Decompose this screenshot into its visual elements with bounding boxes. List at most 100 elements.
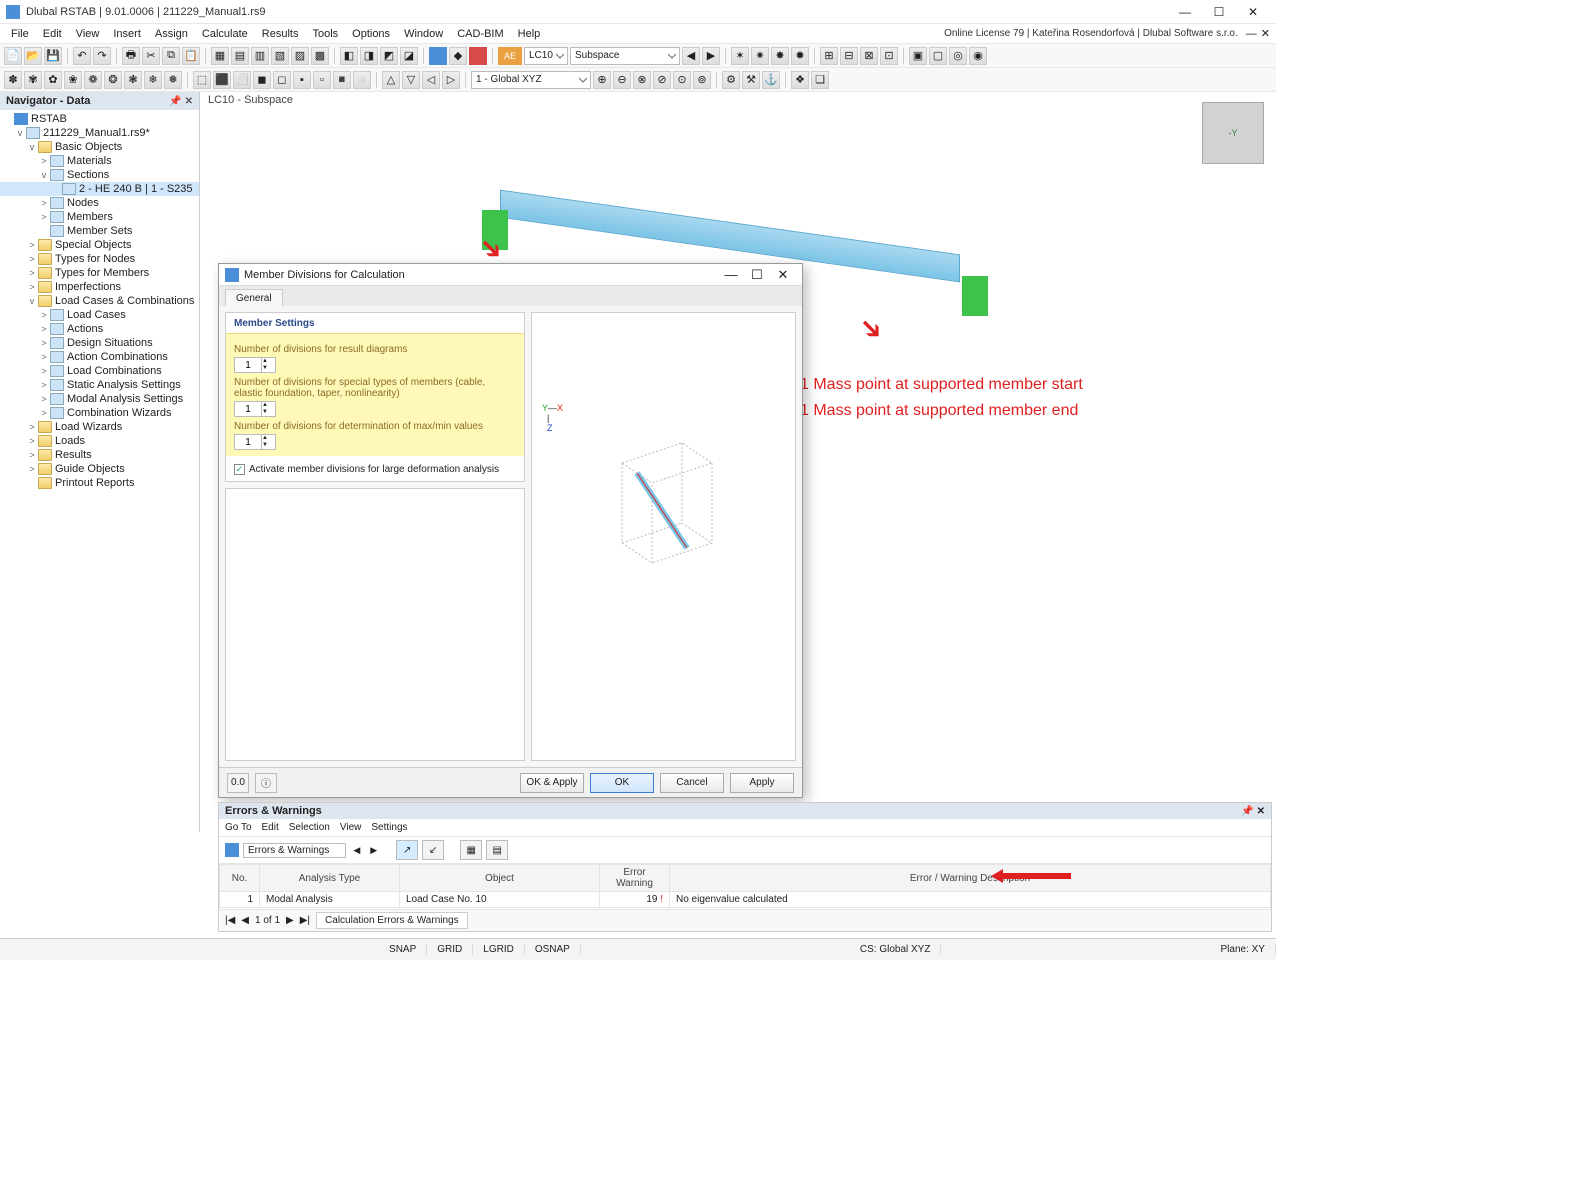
status-grid[interactable]: GRID [427,944,473,955]
tb-b4[interactable]: ⊡ [880,47,898,65]
t2-8[interactable]: ❄ [144,71,162,89]
dialog-close[interactable]: ✕ [770,267,796,283]
t2-16[interactable]: ▫ [313,71,331,89]
tree-item[interactable]: >Loads [0,434,199,448]
t2-32[interactable]: ❖ [791,71,809,89]
tab-general[interactable]: General [225,289,283,306]
tb-c2[interactable]: ▢ [929,47,947,65]
tb-a2[interactable]: ✷ [751,47,769,65]
menu-results[interactable]: Results [255,26,306,42]
t2-17[interactable]: ◾ [333,71,351,89]
t2-18[interactable]: ◽ [353,71,371,89]
tree-item[interactable]: Member Sets [0,224,199,238]
t2-12[interactable]: ⬜ [233,71,251,89]
t2-10[interactable]: ⬚ [193,71,211,89]
t2-21[interactable]: ◁ [422,71,440,89]
menu-help[interactable]: Help [511,26,548,42]
coord-dropdown[interactable]: 1 - Global XYZ [471,71,591,89]
errors-tool-3[interactable]: ▦ [460,840,482,860]
t2-6[interactable]: ❂ [104,71,122,89]
t2-23[interactable]: ⊕ [593,71,611,89]
t2-15[interactable]: ▪ [293,71,311,89]
open-icon[interactable]: 📂 [24,47,42,65]
menu-calculate[interactable]: Calculate [195,26,255,42]
table-row[interactable]: 1 Modal Analysis Load Case No. 10 19 ! N… [220,892,1271,908]
tb-10[interactable]: ◪ [400,47,418,65]
t2-14[interactable]: ◻ [273,71,291,89]
maximize-button[interactable]: ☐ [1202,2,1236,22]
info-button[interactable]: ⓘ [255,773,277,793]
save-icon[interactable]: 💾 [44,47,62,65]
tb-9[interactable]: ◩ [380,47,398,65]
tb-b1[interactable]: ⊞ [820,47,838,65]
ok-apply-button[interactable]: OK & Apply [520,773,584,793]
pager-first[interactable]: |◀ [225,915,235,926]
pager-next[interactable]: ▶ [286,915,294,926]
t2-26[interactable]: ⊘ [653,71,671,89]
t2-27[interactable]: ⊙ [673,71,691,89]
menu-window[interactable]: Window [397,26,450,42]
copy-icon[interactable]: ⧉ [162,47,180,65]
tree-item[interactable]: >Modal Analysis Settings [0,392,199,406]
redo-icon[interactable]: ↷ [93,47,111,65]
menu-assign[interactable]: Assign [148,26,195,42]
tree-item[interactable]: >Load Cases [0,308,199,322]
errors-prev[interactable]: ◀ [350,845,363,856]
tree-item[interactable]: vSections [0,168,199,182]
tb-3[interactable]: ▥ [251,47,269,65]
tb-4[interactable]: ▧ [271,47,289,65]
tree-item[interactable]: >Load Combinations [0,364,199,378]
next-icon[interactable]: ▶ [702,47,720,65]
pager-tab[interactable]: Calculation Errors & Warnings [316,912,468,929]
tb-6[interactable]: ▩ [311,47,329,65]
tb-blue[interactable] [429,47,447,65]
divisions-maxmin-spinner[interactable]: ▲▼ [234,434,276,450]
activate-divisions-checkbox[interactable]: ✓ [234,464,245,475]
loadcase-dropdown[interactable]: LC10 [524,47,568,65]
errors-grid[interactable]: No. Analysis Type Object Error Warning E… [219,864,1271,909]
t2-24[interactable]: ⊖ [613,71,631,89]
t2-11[interactable]: ⬛ [213,71,231,89]
tb-b3[interactable]: ⊠ [860,47,878,65]
errors-tool-2[interactable]: ↙ [422,840,444,860]
paste-icon[interactable]: 📋 [182,47,200,65]
dialog-maximize[interactable]: ☐ [744,267,770,283]
tree-item[interactable]: >Members [0,210,199,224]
tb-b2[interactable]: ⊟ [840,47,858,65]
menu-tools[interactable]: Tools [305,26,345,42]
new-icon[interactable]: 📄 [4,47,22,65]
tree-item[interactable]: >Nodes [0,196,199,210]
navigator-tree[interactable]: RSTABv211229_Manual1.rs9*vBasic Objects>… [0,110,199,832]
t2-4[interactable]: ❀ [64,71,82,89]
tree-item[interactable]: >Design Situations [0,336,199,350]
t2-33[interactable]: ❏ [811,71,829,89]
tree-item[interactable]: >Action Combinations [0,350,199,364]
tb-red[interactable] [469,47,487,65]
prev-icon[interactable]: ◀ [682,47,700,65]
menu-edit[interactable]: Edit [36,26,69,42]
errors-goto[interactable]: Go To [225,822,252,833]
close-button[interactable]: ✕ [1236,2,1270,22]
pager-prev[interactable]: ◀ [241,915,249,926]
menu-file[interactable]: File [4,26,36,42]
t2-2[interactable]: ✾ [24,71,42,89]
tree-item[interactable]: >Results [0,448,199,462]
errors-filter-dropdown[interactable]: Errors & Warnings [243,843,346,858]
tree-item[interactable]: >Imperfections [0,280,199,294]
menu-options[interactable]: Options [345,26,397,42]
menu-cadbim[interactable]: CAD-BIM [450,26,510,42]
t2-9[interactable]: ❅ [164,71,182,89]
tb-c1[interactable]: ▣ [909,47,927,65]
tree-item[interactable]: >Materials [0,154,199,168]
undo-icon[interactable]: ↶ [73,47,91,65]
t2-30[interactable]: ⚒ [742,71,760,89]
apply-button[interactable]: Apply [730,773,794,793]
ok-button[interactable]: OK [590,773,654,793]
status-lgrid[interactable]: LGRID [473,944,525,955]
tree-item[interactable]: >Combination Wizards [0,406,199,420]
t2-25[interactable]: ⊗ [633,71,651,89]
t2-28[interactable]: ⊚ [693,71,711,89]
tb-a3[interactable]: ✸ [771,47,789,65]
t2-5[interactable]: ❁ [84,71,102,89]
status-snap[interactable]: SNAP [379,944,427,955]
